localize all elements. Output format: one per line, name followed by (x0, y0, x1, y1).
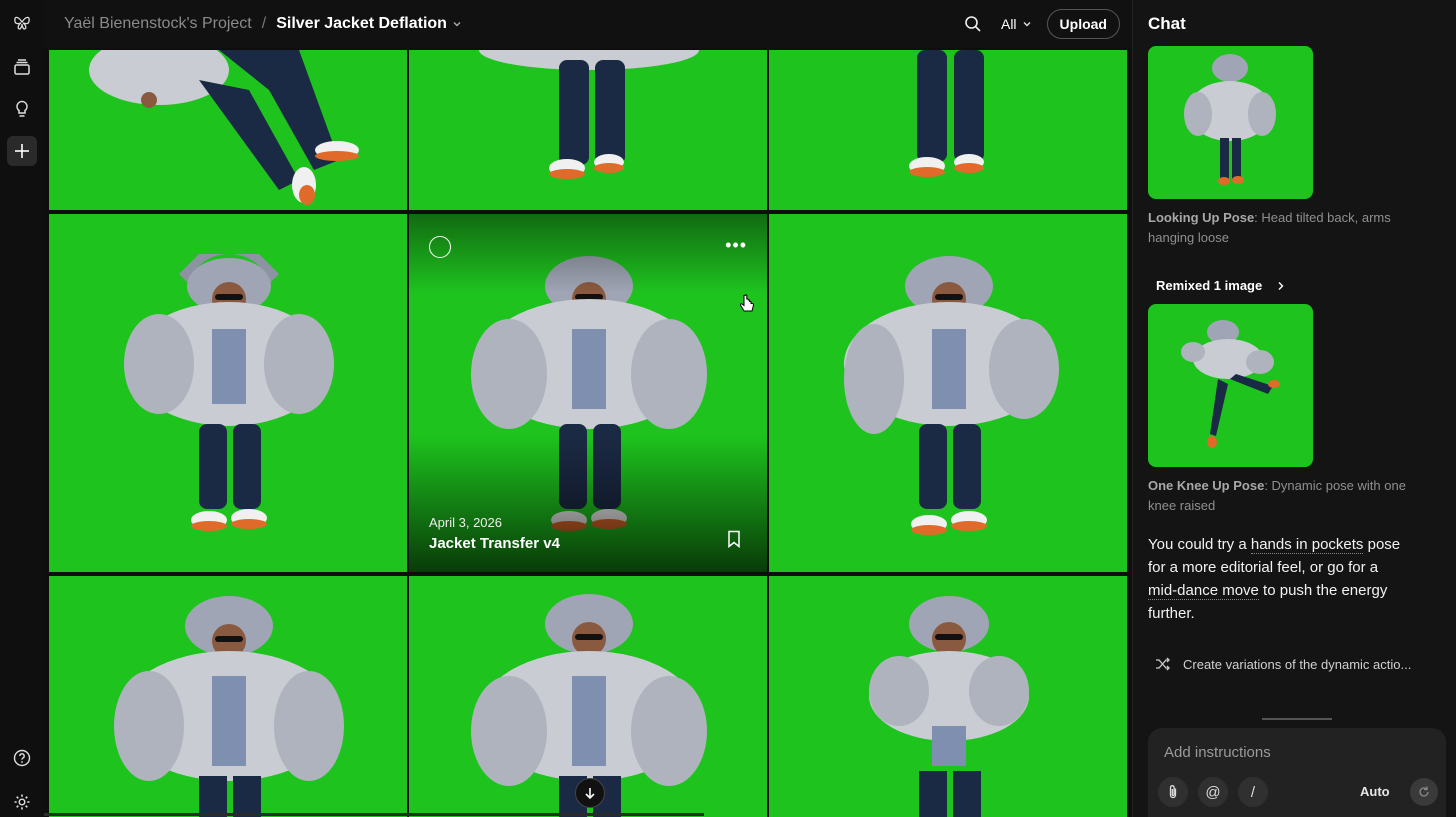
remix-label: Remixed 1 image (1156, 278, 1263, 293)
top-bar: Yaël Bienenstock's Project / Silver Jack… (44, 0, 1132, 48)
image-tile[interactable] (769, 576, 1127, 817)
scroll-down-button[interactable] (575, 778, 605, 808)
one-knee-up-pose-image (1181, 320, 1280, 448)
breadcrumb-separator: / (261, 15, 267, 32)
image-tile[interactable] (769, 214, 1127, 572)
page-title: Silver Jacket Deflation (276, 15, 447, 32)
pointer-cursor-icon (739, 294, 755, 312)
refresh-icon (1419, 786, 1429, 797)
pose-name: Looking Up Pose (1148, 210, 1255, 225)
image-tile[interactable] (769, 50, 1127, 210)
more-options-button[interactable]: ••• (725, 234, 747, 256)
chat-title: Chat (1148, 14, 1186, 33)
person-jumping-image (89, 50, 359, 205)
search-button[interactable] (959, 10, 987, 38)
project-title-dropdown[interactable]: Silver Jacket Deflation (276, 15, 463, 33)
upload-button[interactable]: Upload (1046, 9, 1120, 39)
instructions-input[interactable] (1164, 744, 1424, 761)
image-date: April 3, 2026 (429, 515, 502, 530)
left-rail (0, 0, 44, 817)
chat-panel: Chat Looking Up Pose: Head tilted back, … (1132, 0, 1456, 817)
suggested-prompt[interactable]: Create variations of the dynamic actio..… (1155, 656, 1411, 672)
settings-gear-icon[interactable] (7, 787, 37, 817)
library-icon[interactable] (7, 52, 37, 82)
person-silver-jacket-image (844, 256, 1059, 535)
person-silver-jacket-image (869, 596, 1029, 817)
search-icon (965, 16, 981, 32)
command-button[interactable]: / (1238, 777, 1268, 807)
mode-selector[interactable]: Auto (1360, 784, 1390, 799)
butterfly-logo-icon[interactable] (7, 8, 37, 38)
suggestion-link[interactable]: hands in pockets (1250, 536, 1364, 554)
suggested-prompt-label: Create variations of the dynamic actio..… (1183, 656, 1412, 672)
image-tile[interactable] (409, 50, 767, 210)
drag-handle[interactable] (1262, 718, 1332, 720)
image-tile[interactable] (49, 214, 407, 572)
image-tile[interactable] (49, 576, 407, 817)
chevron-down-icon (1023, 22, 1031, 27)
chat-composer: @ / Auto (1148, 728, 1446, 817)
filter-label: All (1000, 16, 1017, 32)
message-text: You could try a (1148, 536, 1251, 553)
breadcrumb-project[interactable]: Yaël Bienenstock's Project (64, 15, 252, 33)
remix-link[interactable]: Remixed 1 image (1156, 278, 1286, 293)
breadcrumb: Yaël Bienenstock's Project / Silver Jack… (64, 0, 463, 48)
image-title: Jacket Transfer v4 (429, 535, 560, 552)
paperclip-icon (1169, 785, 1177, 799)
pose-name: One Knee Up Pose (1148, 478, 1265, 493)
plus-icon[interactable] (7, 136, 37, 166)
mention-button[interactable]: @ (1198, 777, 1228, 807)
pose-caption: Looking Up Pose: Head tilted back, arms … (1148, 208, 1408, 248)
suggestion-link[interactable]: mid-dance move (1148, 582, 1259, 600)
pose-caption: One Knee Up Pose: Dynamic pose with one … (1148, 476, 1408, 516)
arrow-down-icon (585, 788, 595, 800)
shuffle-icon (1156, 657, 1170, 671)
assistant-message: You could try a hands in pockets pose fo… (1148, 533, 1408, 625)
person-silver-jacket-image (114, 596, 344, 817)
select-checkbox[interactable] (429, 236, 451, 258)
help-icon[interactable] (7, 743, 37, 773)
person-standing-image (909, 50, 984, 177)
chevron-down-icon (453, 22, 461, 27)
bookmark-icon[interactable] (727, 530, 741, 548)
image-tile[interactable] (49, 50, 407, 210)
chat-image-thumbnail[interactable] (1148, 304, 1313, 467)
person-silver-jacket-image (124, 254, 334, 531)
send-button[interactable] (1410, 778, 1438, 806)
image-tile-hovered[interactable]: ••• April 3, 2026 Jacket Transfer v4 (409, 214, 767, 572)
filter-dropdown[interactable]: All (1001, 16, 1033, 32)
person-standing-image (479, 50, 699, 179)
chevron-right-icon (1278, 281, 1284, 290)
lightbulb-icon[interactable] (7, 94, 37, 124)
attach-button[interactable] (1158, 777, 1188, 807)
looking-up-pose-image (1184, 54, 1276, 185)
image-grid: ••• April 3, 2026 Jacket Transfer v4 (49, 50, 1127, 817)
progress-bar (44, 813, 704, 816)
chat-image-thumbnail[interactable] (1148, 46, 1313, 199)
